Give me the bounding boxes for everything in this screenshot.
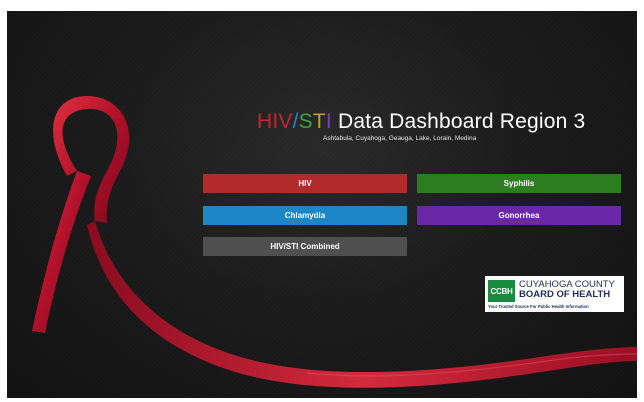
- chlamydia-button[interactable]: Chlamydia: [203, 206, 407, 225]
- hiv-sti-combined-button[interactable]: HIV/STI Combined: [203, 237, 407, 256]
- page-subtitle: Ashtabula, Cuyahoga, Geauga, Lake, Lorai…: [323, 135, 477, 142]
- title-rest: Data Dashboard Region 3: [331, 110, 586, 133]
- gonorrhea-button[interactable]: Gonorrhea: [417, 206, 621, 225]
- logo-tagline: Your Trusted Source For Public Health In…: [488, 304, 589, 309]
- logo-line-board: BOARD OF HEALTH: [519, 289, 611, 300]
- ccbh-logo: CCBH CUYAHOGA COUNTY BOARD OF HEALTH You…: [485, 276, 624, 312]
- title-sti-s: S: [298, 110, 313, 133]
- dashboard-canvas: HIV/STI Data Dashboard Region 3 Ashtabul…: [7, 11, 637, 398]
- page-title: HIV/STI Data Dashboard Region 3: [257, 110, 627, 134]
- hiv-button[interactable]: HIV: [203, 174, 407, 193]
- ccbh-logo-mark: CCBH: [488, 280, 515, 302]
- syphilis-button[interactable]: Syphilis: [417, 174, 621, 193]
- title-sti-t: T: [312, 110, 326, 133]
- red-ribbon-icon: [32, 96, 637, 388]
- title-hiv: HIV: [257, 110, 293, 133]
